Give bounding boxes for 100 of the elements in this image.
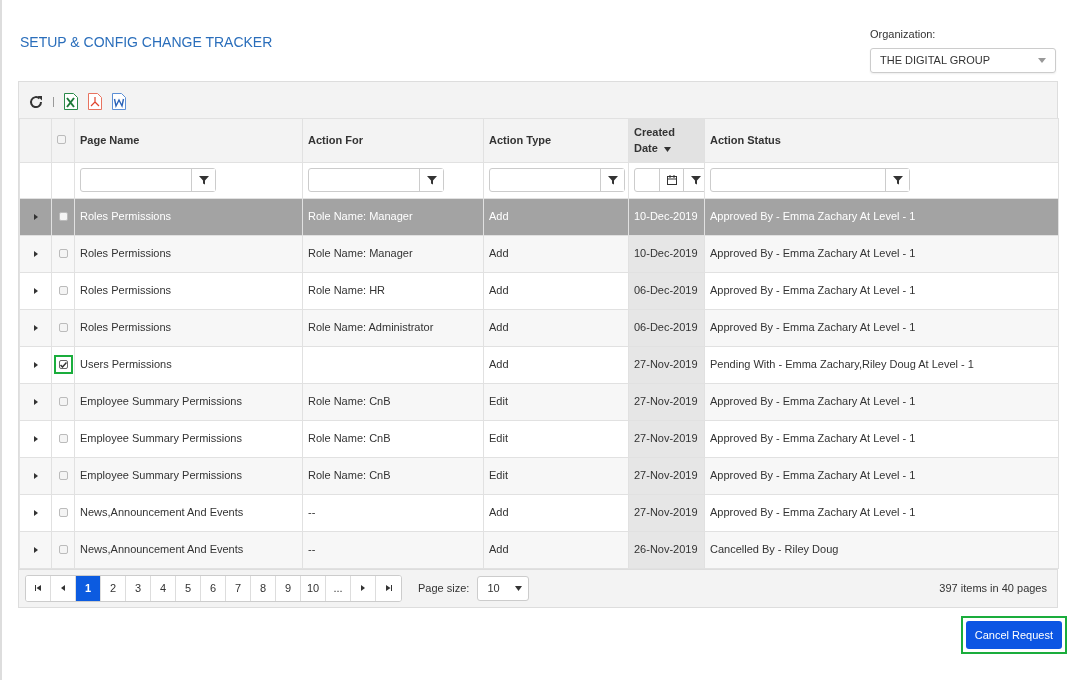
row-checkbox[interactable] xyxy=(58,508,68,517)
table-row[interactable]: Employee Summary Permissions Role Name: CnB Edit 27-Nov-2019 Approved By - Emma Zachary At Level - 1 xyxy=(19,457,1059,494)
table-cell: Role Name: CnB xyxy=(308,469,391,482)
table-cell: Users Permissions xyxy=(80,358,172,371)
filter-button[interactable] xyxy=(683,169,704,191)
page-size-label: Page size: xyxy=(418,580,470,596)
table-cell: 27-Nov-2019 xyxy=(634,358,698,371)
row-checkbox[interactable] xyxy=(58,323,68,332)
filter-field[interactable] xyxy=(489,168,625,192)
expand-icon[interactable] xyxy=(33,473,38,480)
filter-button[interactable] xyxy=(600,169,624,191)
table-cell: Edit xyxy=(489,395,508,408)
row-checkbox[interactable] xyxy=(58,471,68,480)
table-cell: Approved By - Emma Zachary At Level - 1 xyxy=(710,469,916,482)
last-page-icon xyxy=(385,585,392,591)
table-cell: 27-Nov-2019 xyxy=(634,469,698,482)
refresh-icon[interactable] xyxy=(29,94,43,109)
expand-icon[interactable] xyxy=(33,399,38,406)
filter-field[interactable] xyxy=(80,168,216,192)
filter-button[interactable] xyxy=(419,169,443,191)
row-checkbox[interactable] xyxy=(58,286,68,295)
table-cell: Edit xyxy=(489,469,508,482)
expand-icon[interactable] xyxy=(33,362,38,369)
filter-icon xyxy=(607,175,618,185)
pdf-icon[interactable] xyxy=(88,93,102,110)
pager-info: 397 items in 40 pages xyxy=(939,580,1047,596)
column-header[interactable]: Action Status xyxy=(704,118,1059,162)
table-cell: Add xyxy=(489,506,509,519)
table-cell: 06-Dec-2019 xyxy=(634,284,698,297)
organization-dropdown[interactable]: THE DIGITAL GROUP xyxy=(870,47,1056,73)
caret-icon xyxy=(1038,57,1046,63)
filter-icon xyxy=(892,175,903,185)
table-cell: Role Name: Administrator xyxy=(308,321,434,334)
table-cell: Role Name: HR xyxy=(308,284,386,297)
table-row[interactable]: Roles Permissions Role Name: HR Add 06-Dec-2019 Approved By - Emma Zachary At Level - 1 xyxy=(19,272,1059,309)
expand-icon[interactable] xyxy=(33,214,38,221)
table-row[interactable]: Roles Permissions Role Name: Administrator Add 06-Dec-2019 Approved By - Emma Zachary At Level - 1 xyxy=(19,309,1059,346)
table-cell: 27-Nov-2019 xyxy=(634,395,698,408)
table-cell: Role Name: Manager xyxy=(308,247,413,260)
table-cell: Cancelled By - Riley Doug xyxy=(710,543,839,556)
table-cell: Role Name: CnB xyxy=(308,432,391,445)
filter-icon xyxy=(426,175,437,185)
expand-icon[interactable] xyxy=(33,547,38,554)
first-page-button[interactable] xyxy=(26,575,51,601)
table-cell: News,Announcement And Events xyxy=(80,506,244,519)
row-checkbox[interactable] xyxy=(58,434,68,443)
filter-button[interactable] xyxy=(885,169,909,191)
page-size-dropdown[interactable]: 10 xyxy=(477,575,530,601)
table-row[interactable]: Employee Summary Permissions Role Name: CnB Edit 27-Nov-2019 Approved By - Emma Zachary At Level - 1 xyxy=(19,420,1059,457)
row-checkbox[interactable] xyxy=(58,545,68,554)
date-filter-field[interactable] xyxy=(634,168,704,192)
expand-icon[interactable] xyxy=(33,251,38,258)
column-header[interactable]: Created Date xyxy=(628,118,705,162)
column-header[interactable]: Action Type xyxy=(483,118,629,162)
expand-icon[interactable] xyxy=(33,288,38,295)
table-row[interactable]: Roles Permissions Role Name: Manager Add 10-Dec-2019 Approved By - Emma Zachary At Level - 1 xyxy=(19,235,1059,272)
filter-field[interactable] xyxy=(308,168,444,192)
document-icon[interactable] xyxy=(112,93,126,110)
expand-icon[interactable] xyxy=(33,510,38,517)
table-cell: 10-Dec-2019 xyxy=(634,210,698,223)
expand-icon[interactable] xyxy=(33,325,38,332)
table-row[interactable]: Users Permissions Add 27-Nov-2019 Pending With - Emma Zachary,Riley Doug At Level - 1 xyxy=(19,346,1059,383)
spreadsheet-icon[interactable] xyxy=(64,93,78,110)
page-button[interactable]: 1 xyxy=(76,575,101,601)
row-checkbox[interactable] xyxy=(58,249,68,258)
expand-icon[interactable] xyxy=(33,436,38,443)
filter-icon xyxy=(690,175,701,185)
filter-field[interactable] xyxy=(710,168,910,192)
filter-button[interactable] xyxy=(191,169,215,191)
table-cell: Roles Permissions xyxy=(80,284,172,297)
table-cell: Roles Permissions xyxy=(80,321,172,334)
first-page-icon xyxy=(35,585,41,591)
table-row[interactable]: Employee Summary Permissions Role Name: CnB Edit 27-Nov-2019 Approved By - Emma Zachary At Level - 1 xyxy=(19,383,1059,420)
select-all-checkbox[interactable] xyxy=(57,134,66,144)
next-icon xyxy=(361,585,365,591)
table-cell: Add xyxy=(489,284,509,297)
table-cell: Approved By - Emma Zachary At Level - 1 xyxy=(710,284,916,297)
table-cell: Add xyxy=(489,543,509,556)
table-cell: Add xyxy=(489,247,509,260)
column-header[interactable]: Page Name xyxy=(74,118,303,162)
table-cell: Approved By - Emma Zachary At Level - 1 xyxy=(710,247,916,260)
table-row[interactable]: News,Announcement And Events -- Add 27-Nov-2019 Approved By - Emma Zachary At Level - 1 xyxy=(19,494,1059,531)
table-row[interactable]: News,Announcement And Events -- Add 26-Nov-2019 Cancelled By - Riley Doug xyxy=(19,531,1059,568)
filter-icon xyxy=(198,175,209,185)
row-checkbox[interactable] xyxy=(58,212,68,221)
row-checkbox[interactable] xyxy=(58,397,68,406)
table-cell: -- xyxy=(308,506,316,519)
table-cell: 26-Nov-2019 xyxy=(634,543,698,556)
page-title: SETUP & CONFIG CHANGE TRACKER xyxy=(20,33,273,52)
table-cell: Approved By - Emma Zachary At Level - 1 xyxy=(710,395,916,408)
table-cell: Roles Permissions xyxy=(80,210,172,223)
previous-icon xyxy=(61,585,65,591)
table-cell: Edit xyxy=(489,432,508,445)
row-checkbox[interactable] xyxy=(58,360,68,369)
column-header[interactable]: Action For xyxy=(302,118,484,162)
table-cell: Pending With - Emma Zachary,Riley Doug At Level - 1 xyxy=(710,358,974,371)
table-cell: Employee Summary Permissions xyxy=(80,432,242,445)
cancel-request-button[interactable]: Cancel Request xyxy=(965,620,1062,649)
table-cell: Add xyxy=(489,358,509,371)
table-cell: 27-Nov-2019 xyxy=(634,432,698,445)
